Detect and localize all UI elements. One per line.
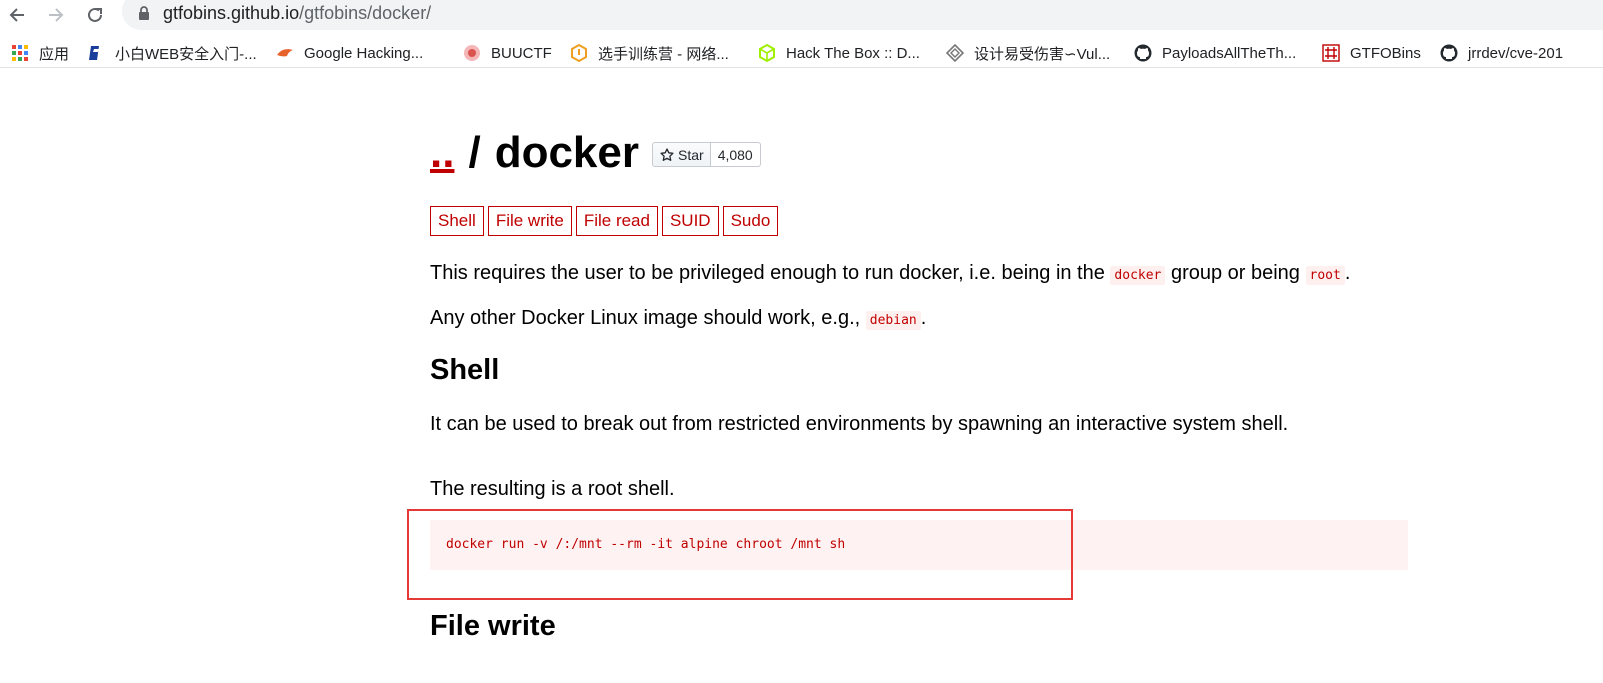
inline-code-debian: debian <box>865 311 921 330</box>
bookmark-label: 选手训练营 - 网络... <box>598 45 729 63</box>
title-separator: / <box>468 128 481 177</box>
inline-code-root: root <box>1305 266 1345 285</box>
buuctf-icon <box>462 43 482 63</box>
github-icon <box>1439 43 1459 63</box>
github-star-widget: Star 4,080 <box>652 142 761 167</box>
apps-grid-icon <box>10 43 30 63</box>
section-heading-file-write[interactable]: File write <box>430 610 556 643</box>
bookmark-label: 应用 <box>39 45 70 63</box>
tag-sudo[interactable]: Sudo <box>722 206 779 236</box>
tag-file-write[interactable]: File write <box>487 206 572 236</box>
bookmark-label: 设计易受伤害∽Vul... <box>974 45 1111 63</box>
star-icon <box>660 147 674 161</box>
shell-description: It can be used to break out from restric… <box>430 413 1289 435</box>
intro-text: This requires the user to be privileged … <box>430 262 1111 284</box>
star-count[interactable]: 4,080 <box>710 142 761 167</box>
intro-text: Any other Docker Linux image should work… <box>430 307 866 329</box>
annotation-highlight-box <box>407 509 1073 600</box>
bookmark-label: 小白WEB安全入门-... <box>115 45 257 63</box>
bilibili-icon <box>86 43 106 63</box>
bookmark-label: Google Hacking... <box>304 44 424 62</box>
training-icon <box>569 43 589 63</box>
star-button[interactable]: Star <box>652 142 711 167</box>
intro-text: group or being <box>1165 262 1306 284</box>
reload-icon <box>88 7 102 22</box>
intro-text: . <box>1344 262 1351 284</box>
bookmark-hack-the-box[interactable]: Hack The Box :: D... <box>757 42 920 64</box>
bookmark-gtfobins[interactable]: GTFOBins <box>1321 42 1421 64</box>
bookmark-label: Hack The Box :: D... <box>786 44 920 62</box>
browser-toolbar: gtfobins.github.io/gtfobins/docker/ <box>0 0 1603 30</box>
url-text[interactable]: gtfobins.github.io/gtfobins/docker/ <box>163 3 431 23</box>
htb-cube-icon <box>757 43 777 63</box>
gtfobins-icon <box>1321 43 1341 63</box>
intro-paragraph-2: Any other Docker Linux image should work… <box>430 305 926 334</box>
bookmark-vulnerable-design[interactable]: 设计易受伤害∽Vul... <box>945 42 1110 64</box>
function-tags: Shell File write File read SUID Sudo <box>430 206 782 236</box>
bookmark-label: jrrdev/cve-201 <box>1468 44 1564 62</box>
parent-link[interactable]: .. <box>430 128 454 178</box>
github-icon <box>1133 43 1153 63</box>
url-path: /gtfobins/docker/ <box>299 3 432 23</box>
inline-code-docker: docker <box>1110 266 1166 285</box>
bookmark-label: GTFOBins <box>1350 44 1421 62</box>
bird-icon <box>275 43 295 63</box>
back-button[interactable] <box>4 2 30 28</box>
tag-suid[interactable]: SUID <box>661 206 719 236</box>
bookmark-google-hacking[interactable]: Google Hacking... <box>275 42 423 64</box>
arrow-left-icon <box>9 8 24 22</box>
arrow-right-icon <box>49 8 64 22</box>
vuln-icon <box>945 43 965 63</box>
intro-text: . <box>920 307 927 329</box>
forward-button[interactable] <box>43 2 69 28</box>
bookmark-cve[interactable]: jrrdev/cve-201 <box>1439 42 1563 64</box>
bookmark-web-security[interactable]: 小白WEB安全入门-... <box>86 42 257 64</box>
tag-file-read[interactable]: File read <box>575 206 658 236</box>
section-heading-shell[interactable]: Shell <box>430 354 499 387</box>
bookmark-apps[interactable]: 应用 <box>10 42 69 64</box>
bookmark-label: BUUCTF <box>491 44 552 62</box>
bookmark-training-camp[interactable]: 选手训练营 - 网络... <box>569 42 729 64</box>
shell-note: The resulting is a root shell. <box>430 478 675 500</box>
reload-button[interactable] <box>82 2 108 28</box>
bookmark-buuctf[interactable]: BUUCTF <box>462 42 552 64</box>
bookmark-payloads[interactable]: PayloadsAllTheTh... <box>1133 42 1296 64</box>
bookmarks-bar: 应用 小白WEB安全入门-... Google Hacking... BUUCT… <box>0 38 1603 68</box>
lock-icon <box>139 6 149 20</box>
url-host: gtfobins.github.io <box>163 3 300 23</box>
title-binary-name: docker <box>494 128 639 177</box>
intro-paragraph-1: This requires the user to be privileged … <box>430 260 1350 289</box>
tag-shell[interactable]: Shell <box>430 206 484 236</box>
bookmark-label: PayloadsAllTheTh... <box>1162 44 1297 62</box>
page-title: .. / docker <box>430 128 639 178</box>
star-label: Star <box>678 146 704 163</box>
